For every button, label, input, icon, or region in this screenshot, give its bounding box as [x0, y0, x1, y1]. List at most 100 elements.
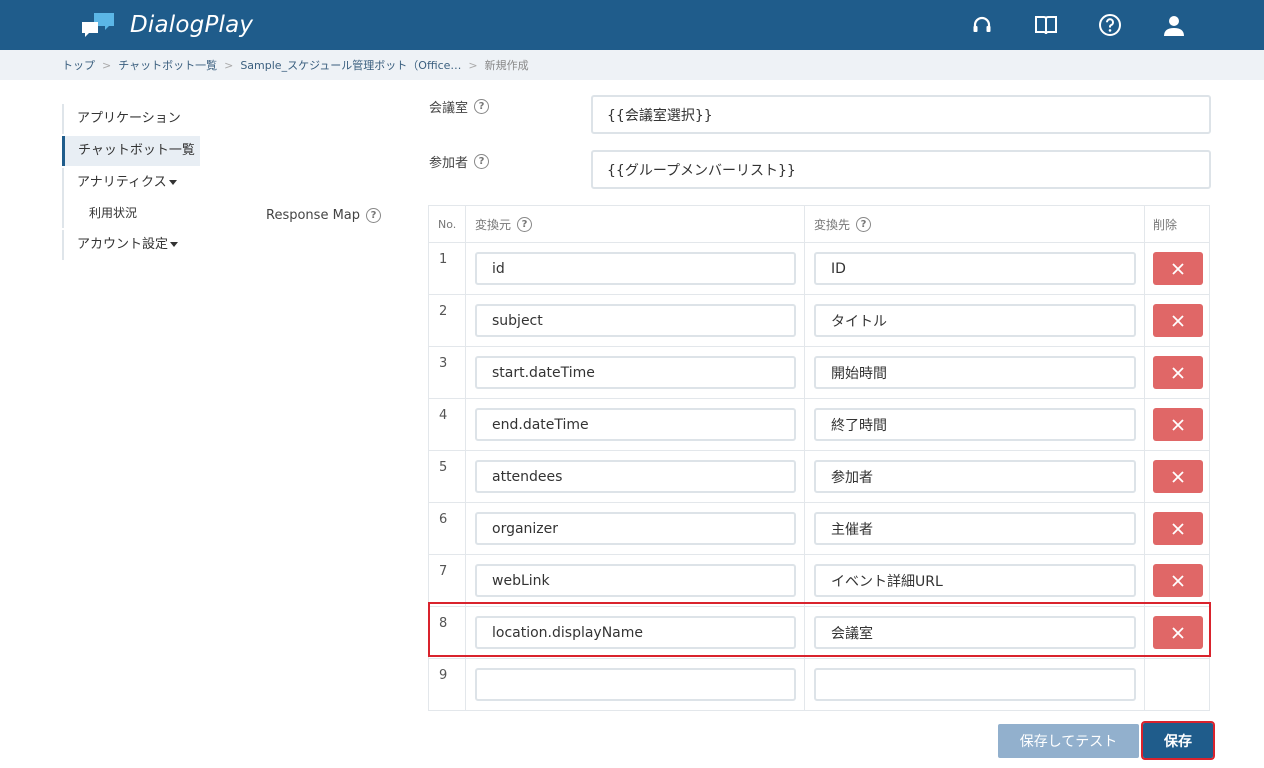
table-row: 2 subject タイトル: [428, 295, 1210, 347]
help-icon[interactable]: ?: [474, 99, 490, 114]
breadcrumb-separator: >: [224, 58, 234, 72]
column-header-target: 変換先?: [805, 206, 1145, 242]
close-icon: [1172, 626, 1184, 639]
help-icon[interactable]: ?: [366, 208, 382, 223]
delete-cell: [1145, 607, 1210, 658]
source-cell: location.displayName: [466, 607, 805, 658]
row-number: 3: [428, 347, 466, 398]
delete-row-button[interactable]: [1153, 564, 1203, 597]
close-icon: [1172, 522, 1184, 535]
help-icon[interactable]: ?: [856, 216, 872, 232]
delete-cell: [1145, 243, 1210, 294]
row-number: 6: [428, 503, 466, 554]
save-and-test-button[interactable]: 保存してテスト: [998, 724, 1139, 758]
row-number: 8: [428, 607, 466, 658]
source-cell: subject: [466, 295, 805, 346]
column-header-source: 変換元?: [466, 206, 805, 242]
source-input[interactable]: location.displayName: [475, 616, 796, 649]
delete-cell: [1145, 503, 1210, 554]
target-cell: ID: [805, 243, 1145, 294]
delete-cell: [1145, 295, 1210, 346]
row-number: 7: [428, 555, 466, 606]
delete-row-button[interactable]: [1153, 460, 1203, 493]
source-cell: webLink: [466, 555, 805, 606]
sidebar-item-chatbots[interactable]: チャットボット一覧: [62, 136, 200, 166]
delete-row-button[interactable]: [1153, 408, 1203, 441]
breadcrumb-chatbot-list[interactable]: チャットボット一覧: [118, 57, 217, 73]
response-map-label-text: Response Map: [266, 208, 361, 223]
table-row: 9: [428, 659, 1210, 711]
target-cell: 会議室: [805, 607, 1145, 658]
column-header-no: No.: [428, 206, 466, 242]
column-header-target-text: 変換先: [814, 217, 851, 232]
response-map-label: Response Map?: [266, 208, 382, 223]
target-input[interactable]: 終了時間: [814, 408, 1136, 441]
book-icon[interactable]: [1031, 10, 1061, 40]
source-input[interactable]: organizer: [475, 512, 796, 545]
source-input[interactable]: id: [475, 252, 796, 285]
target-input[interactable]: 主催者: [814, 512, 1136, 545]
app-title: DialogPlay: [130, 12, 254, 38]
app-logo[interactable]: DialogPlay: [80, 10, 253, 40]
help-icon[interactable]: [1095, 10, 1125, 40]
row-number: 5: [428, 451, 466, 502]
delete-row-button[interactable]: [1153, 616, 1203, 649]
attendees-input[interactable]: {{グループメンバーリスト}}: [591, 150, 1211, 189]
target-input[interactable]: 参加者: [814, 460, 1136, 493]
target-cell: [805, 659, 1145, 710]
target-input[interactable]: イベント詳細URL: [814, 564, 1136, 597]
target-cell: 終了時間: [805, 399, 1145, 450]
row-number: 2: [428, 295, 466, 346]
source-input[interactable]: attendees: [475, 460, 796, 493]
delete-row-button[interactable]: [1153, 252, 1203, 285]
breadcrumb: トップ > チャットボット一覧 > Sample_スケジュール管理ボット（Off…: [0, 50, 1264, 80]
source-input[interactable]: end.dateTime: [475, 408, 796, 441]
help-icon[interactable]: ?: [474, 154, 490, 169]
source-input[interactable]: start.dateTime: [475, 356, 796, 389]
breadcrumb-bot[interactable]: Sample_スケジュール管理ボット（Office…: [240, 57, 461, 73]
meeting-room-label-text: 会議室: [429, 101, 469, 116]
close-icon: [1172, 366, 1184, 379]
sidebar-item-applications[interactable]: アプリケーション: [62, 104, 202, 134]
target-cell: 開始時間: [805, 347, 1145, 398]
breadcrumb-current: 新規作成: [484, 59, 529, 72]
sidebar-item-label: アナリティクス: [77, 175, 167, 190]
save-button[interactable]: 保存: [1141, 721, 1215, 760]
delete-cell: [1145, 451, 1210, 502]
sidebar-item-label: アプリケーション: [77, 111, 181, 126]
table-row: 4 end.dateTime 終了時間: [428, 399, 1210, 451]
sidebar-item-usage[interactable]: 利用状況: [62, 198, 202, 228]
source-input[interactable]: [475, 668, 796, 701]
user-icon[interactable]: [1159, 10, 1189, 40]
sidebar-item-label: 利用状況: [89, 206, 138, 220]
close-icon: [1172, 262, 1184, 275]
meeting-room-input[interactable]: {{会議室選択}}: [591, 95, 1211, 134]
delete-row-button[interactable]: [1153, 512, 1203, 545]
source-input[interactable]: webLink: [475, 564, 796, 597]
table-row: 1 id ID: [428, 243, 1210, 295]
source-cell: [466, 659, 805, 710]
table-row: 3 start.dateTime 開始時間: [428, 347, 1210, 399]
source-cell: end.dateTime: [466, 399, 805, 450]
sidebar-item-account-settings[interactable]: アカウント設定: [62, 230, 202, 260]
source-cell: start.dateTime: [466, 347, 805, 398]
breadcrumb-separator: >: [468, 58, 478, 72]
sidebar: アプリケーション チャットボット一覧 アナリティクス 利用状況 アカウント設定: [62, 104, 202, 260]
close-icon: [1172, 314, 1184, 327]
delete-row-button[interactable]: [1153, 356, 1203, 389]
headset-icon[interactable]: [967, 10, 997, 40]
target-input[interactable]: 会議室: [814, 616, 1136, 649]
target-input[interactable]: タイトル: [814, 304, 1136, 337]
row-number: 9: [428, 659, 466, 710]
column-header-source-text: 変換元: [475, 217, 512, 232]
target-input[interactable]: [814, 668, 1136, 701]
target-input[interactable]: 開始時間: [814, 356, 1136, 389]
help-icon[interactable]: ?: [517, 216, 533, 232]
target-input[interactable]: ID: [814, 252, 1136, 285]
sidebar-item-analytics[interactable]: アナリティクス: [62, 168, 202, 198]
source-input[interactable]: subject: [475, 304, 796, 337]
delete-row-button[interactable]: [1153, 304, 1203, 337]
breadcrumb-top[interactable]: トップ: [62, 57, 95, 73]
source-cell: attendees: [466, 451, 805, 502]
source-cell: organizer: [466, 503, 805, 554]
